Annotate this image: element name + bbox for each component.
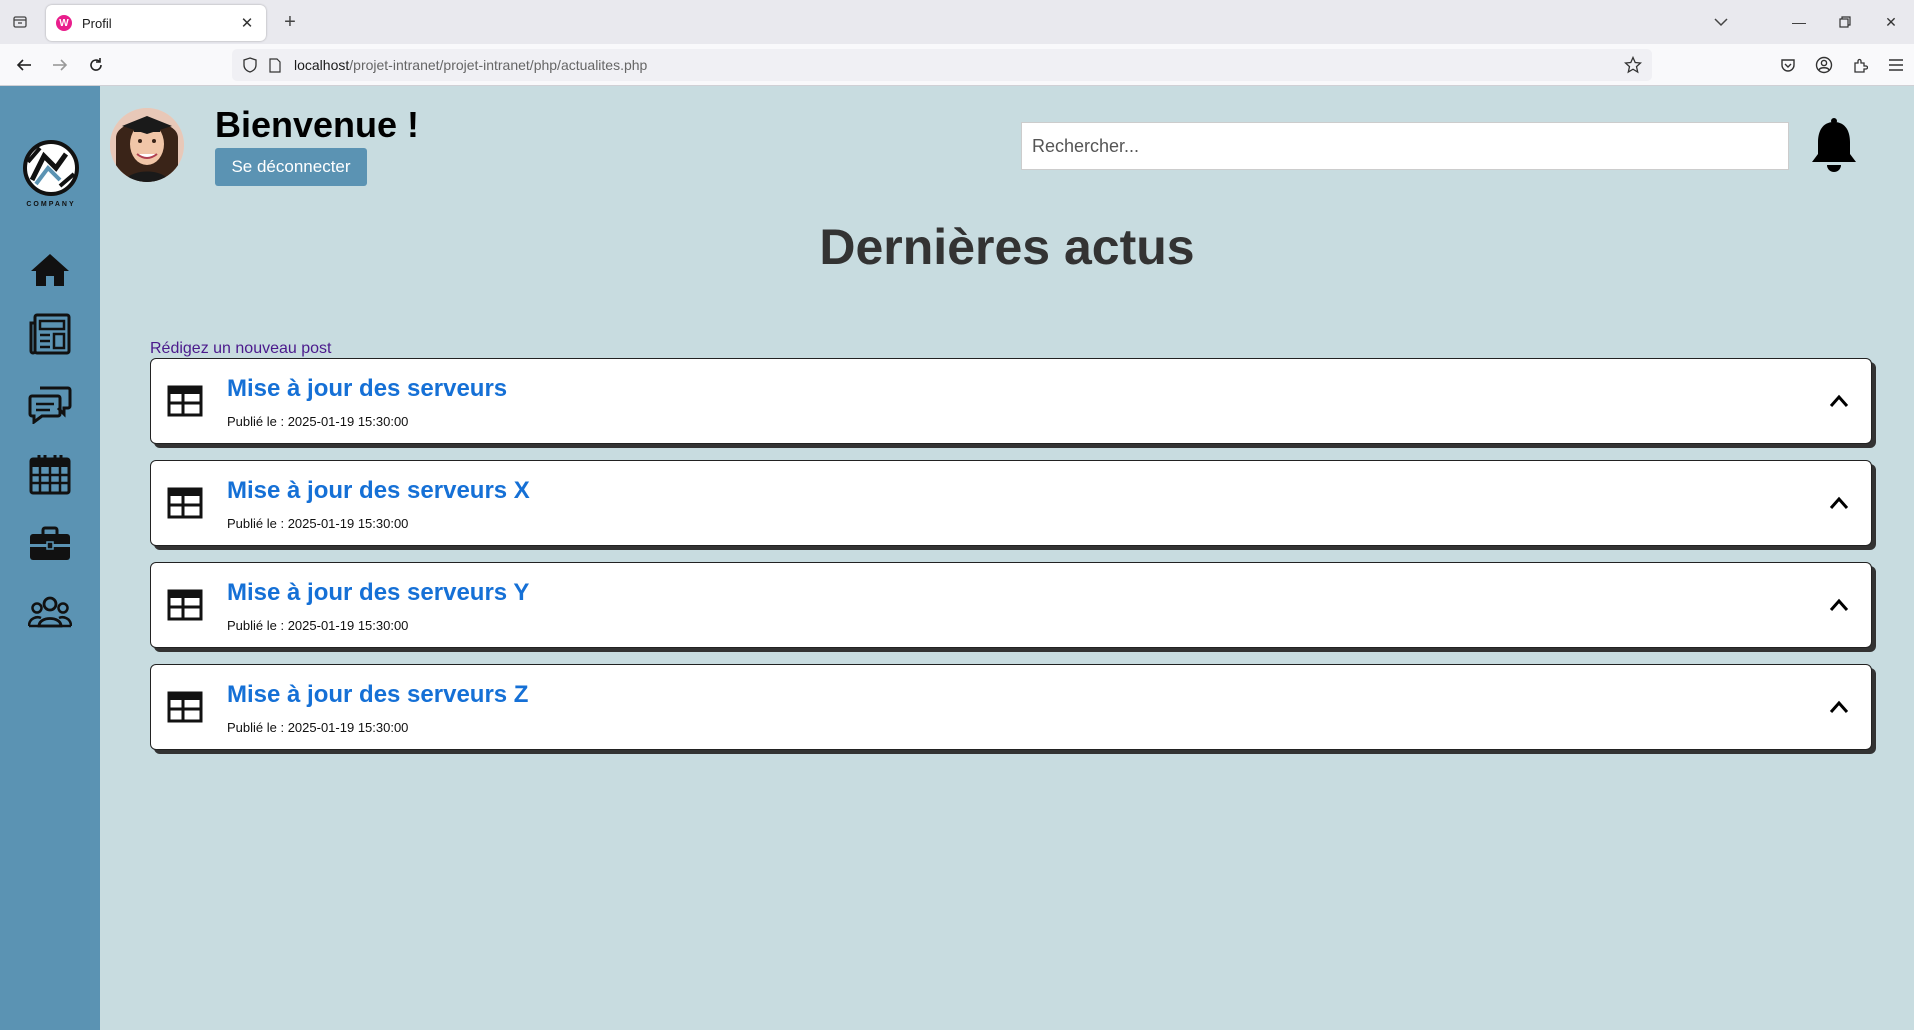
news-article-icon: [167, 487, 203, 519]
news-article-icon: [167, 691, 203, 723]
bookmark-star-icon[interactable]: [1622, 54, 1644, 76]
tab-close-icon[interactable]: ✕: [238, 14, 256, 32]
browser-tabbar: W Profil ✕ + — ✕: [0, 0, 1914, 44]
news-title[interactable]: Mise à jour des serveurs: [227, 375, 507, 403]
tab-title: Profil: [82, 15, 112, 31]
briefcase-icon: [30, 526, 70, 560]
news-title[interactable]: Mise à jour des serveurs Y: [227, 579, 529, 607]
home-icon: [31, 254, 69, 286]
chevron-up-icon[interactable]: [1827, 491, 1851, 515]
news-date: Publié le : 2025-01-19 15:30:00: [227, 720, 409, 735]
window-controls: — ✕: [1776, 0, 1914, 44]
sidebar-item-chat[interactable]: [26, 380, 74, 428]
news-date: Publié le : 2025-01-19 15:30:00: [227, 516, 409, 531]
bell-icon[interactable]: [1808, 118, 1860, 174]
new-post-link[interactable]: Rédigez un nouveau post: [150, 340, 331, 358]
browser-navbar: localhost/projet-intranet/projet-intrane…: [0, 44, 1914, 86]
news-item[interactable]: Mise à jour des serveurs Y Publié le : 2…: [150, 562, 1872, 648]
news-list: Mise à jour des serveurs Publié le : 202…: [150, 358, 1872, 766]
news-title[interactable]: Mise à jour des serveurs X: [227, 477, 530, 505]
chevron-up-icon[interactable]: [1827, 389, 1851, 413]
sidebar-item-calendar[interactable]: [26, 450, 74, 498]
url-text: localhost/projet-intranet/projet-intrane…: [294, 57, 647, 73]
logout-button[interactable]: Se déconnecter: [215, 148, 367, 186]
logo-text: COMPANY: [26, 201, 75, 208]
menu-icon[interactable]: [1884, 53, 1908, 77]
pocket-icon[interactable]: [1776, 53, 1800, 77]
close-window-icon[interactable]: ✕: [1868, 0, 1914, 44]
news-article-icon: [167, 385, 203, 417]
news-title[interactable]: Mise à jour des serveurs Z: [227, 681, 528, 709]
newspaper-icon: [29, 313, 71, 355]
welcome-heading: Bienvenue !: [215, 104, 420, 145]
avatar[interactable]: [110, 108, 184, 182]
forward-icon[interactable]: [48, 53, 72, 77]
tab-list-icon[interactable]: [8, 10, 32, 34]
new-tab-icon[interactable]: +: [278, 10, 302, 34]
chevron-up-icon[interactable]: [1827, 593, 1851, 617]
chat-icon: [28, 386, 72, 424]
users-icon: [28, 596, 72, 628]
restore-icon[interactable]: [1822, 0, 1868, 44]
url-bar[interactable]: localhost/projet-intranet/projet-intrane…: [232, 49, 1652, 81]
search-input[interactable]: [1021, 122, 1789, 170]
news-item[interactable]: Mise à jour des serveurs Z Publié le : 2…: [150, 664, 1872, 750]
tabs-dropdown-icon[interactable]: [1706, 10, 1736, 34]
back-icon[interactable]: [12, 53, 36, 77]
news-item[interactable]: Mise à jour des serveurs Publié le : 202…: [150, 358, 1872, 444]
page-title: Dernières actus: [819, 219, 1195, 275]
chevron-up-icon[interactable]: [1827, 695, 1851, 719]
news-item[interactable]: Mise à jour des serveurs X Publié le : 2…: [150, 460, 1872, 546]
browser-tab-profil[interactable]: W Profil ✕: [46, 5, 266, 41]
url-path: /projet-intranet/projet-intranet/php/act…: [349, 57, 648, 73]
minimize-icon[interactable]: —: [1776, 0, 1822, 44]
account-icon[interactable]: [1812, 53, 1836, 77]
sidebar-item-news[interactable]: [26, 310, 74, 358]
company-logo[interactable]: COMPANY: [20, 138, 82, 208]
url-host: localhost: [294, 57, 350, 73]
sidebar: COMPANY: [0, 86, 100, 1030]
page-info-icon[interactable]: [266, 55, 284, 75]
news-article-icon: [167, 589, 203, 621]
calendar-icon: [29, 455, 71, 495]
tab-favicon-icon: W: [56, 15, 72, 31]
shield-icon[interactable]: [240, 55, 260, 75]
extensions-icon[interactable]: [1848, 53, 1872, 77]
sidebar-item-jobs[interactable]: [26, 520, 74, 568]
reload-icon[interactable]: [84, 53, 108, 77]
news-date: Publié le : 2025-01-19 15:30:00: [227, 618, 409, 633]
sidebar-item-home[interactable]: [26, 246, 74, 294]
sidebar-item-team[interactable]: [26, 588, 74, 636]
news-date: Publié le : 2025-01-19 15:30:00: [227, 414, 409, 429]
